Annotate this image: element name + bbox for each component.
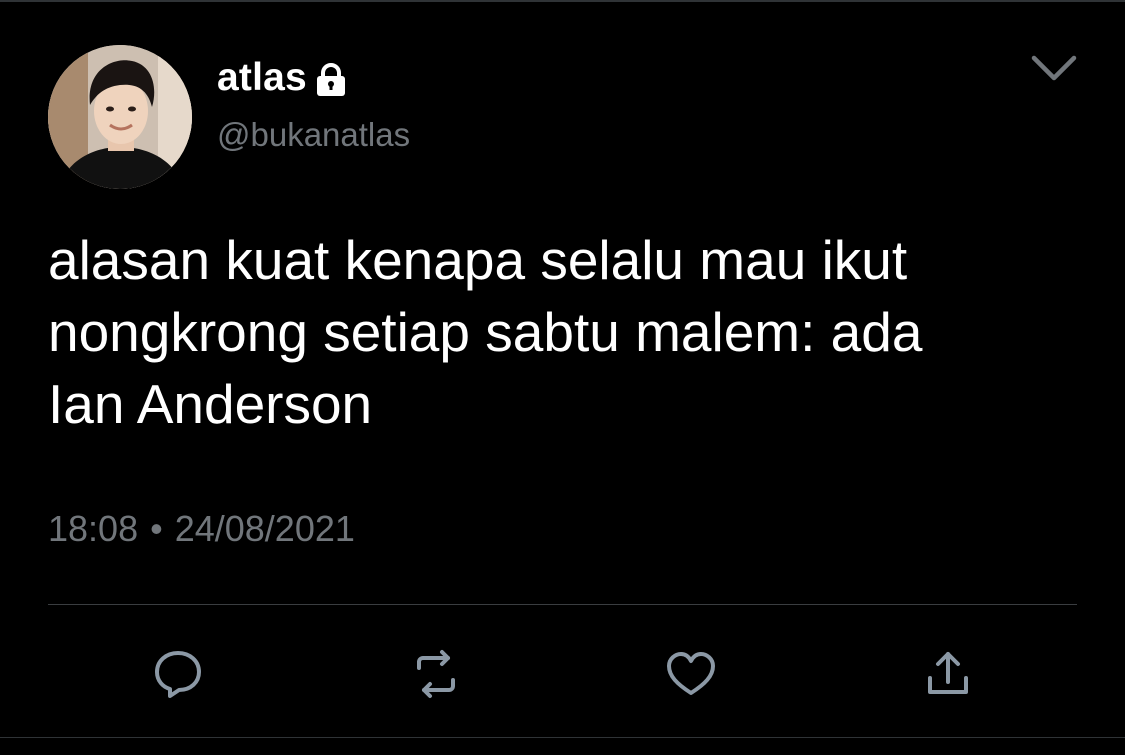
share-button[interactable]: [922, 648, 974, 700]
reply-icon: [152, 648, 204, 700]
like-button[interactable]: [665, 648, 717, 700]
tweet-text: alasan kuat kenapa selalu mau ikut nongk…: [48, 229, 923, 435]
top-border: [0, 0, 1125, 2]
display-name[interactable]: atlas: [217, 56, 307, 100]
chevron-down-icon[interactable]: [1030, 52, 1078, 84]
share-icon: [922, 648, 974, 700]
display-name-row: atlas: [217, 52, 349, 104]
user-handle[interactable]: @bukanatlas: [217, 116, 410, 154]
tweet-timestamp: 18:08 • 24/08/2021: [48, 508, 355, 550]
bottom-border: [0, 737, 1125, 738]
retweet-icon: [410, 648, 462, 700]
avatar-image: [48, 45, 192, 189]
lock-icon: [313, 62, 349, 98]
avatar[interactable]: [48, 45, 192, 189]
tweet-card: atlas @bukanatlas alasan kuat kenapa sel…: [0, 0, 1125, 755]
like-icon: [665, 648, 717, 700]
divider: [48, 604, 1077, 605]
separator-dot: •: [150, 508, 163, 549]
retweet-button[interactable]: [410, 648, 462, 700]
reply-button[interactable]: [152, 648, 204, 700]
tweet-time[interactable]: 18:08: [48, 508, 138, 550]
tweet-date[interactable]: 24/08/2021: [175, 508, 355, 550]
